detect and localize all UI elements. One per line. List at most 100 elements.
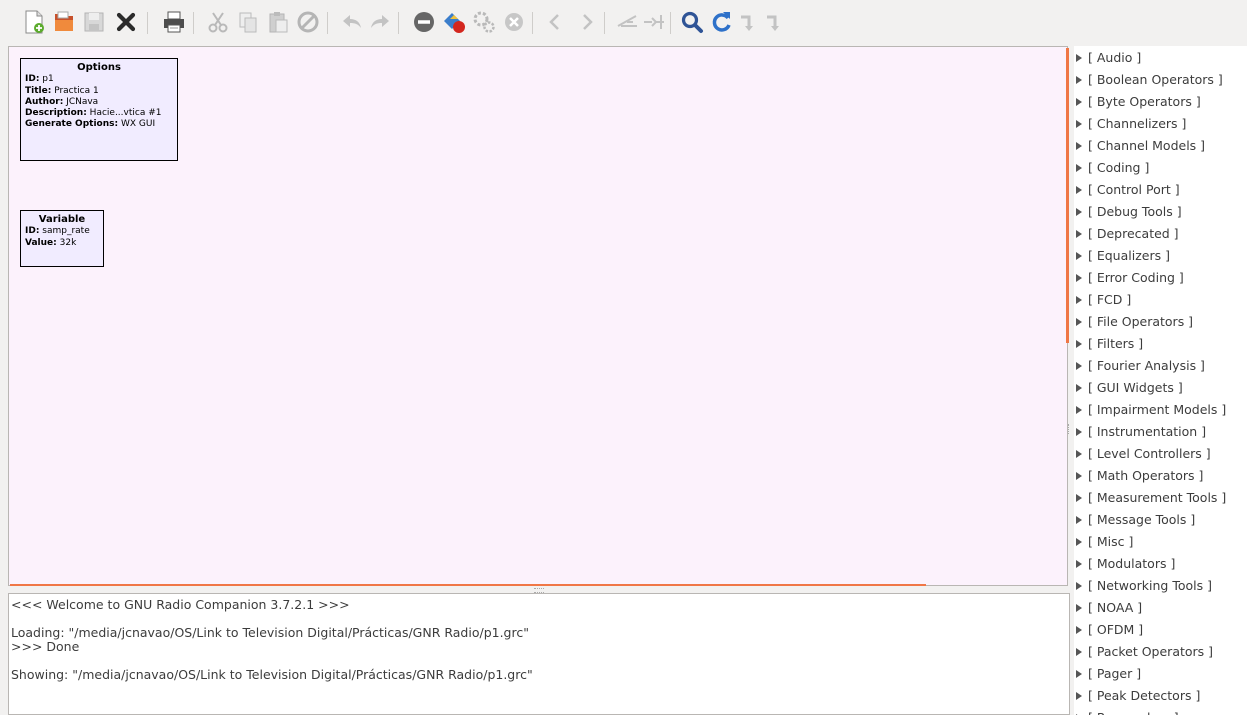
expander-arrow-icon[interactable]	[1076, 669, 1082, 678]
tree-category-item[interactable]: [ Measurement Tools ]	[1074, 487, 1226, 509]
expander-arrow-icon[interactable]	[1076, 141, 1082, 150]
expander-arrow-icon[interactable]	[1076, 559, 1082, 568]
tree-category-item[interactable]: [ Message Tools ]	[1074, 509, 1195, 531]
reload-button[interactable]	[708, 8, 736, 36]
tree-category-item[interactable]: [ Boolean Operators ]	[1074, 69, 1223, 91]
expander-arrow-icon[interactable]	[1076, 449, 1082, 458]
expander-arrow-icon[interactable]	[1076, 339, 1082, 348]
tree-category-item[interactable]: [ Misc ]	[1074, 531, 1133, 553]
expander-arrow-icon[interactable]	[1076, 383, 1082, 392]
expander-arrow-icon[interactable]	[1076, 273, 1082, 282]
expander-arrow-icon[interactable]	[1076, 515, 1082, 524]
expander-arrow-icon[interactable]	[1076, 361, 1082, 370]
tree-category-item[interactable]: [ NOAA ]	[1074, 597, 1142, 619]
tree-category-item[interactable]: [ OFDM ]	[1074, 619, 1143, 641]
disable-block-button[interactable]	[410, 8, 438, 36]
bypass-button[interactable]	[734, 8, 762, 36]
tree-category-item[interactable]: [ Impairment Models ]	[1074, 399, 1226, 421]
tree-category-item[interactable]: [ Equalizers ]	[1074, 245, 1170, 267]
tree-category-item[interactable]: [ Channelizers ]	[1074, 113, 1186, 135]
execute-button[interactable]	[470, 8, 498, 36]
tree-category-item[interactable]: [ Control Port ]	[1074, 179, 1180, 201]
cut-button[interactable]	[204, 8, 232, 36]
expander-arrow-icon[interactable]	[1076, 119, 1082, 128]
tree-category-item[interactable]: [ Math Operators ]	[1074, 465, 1203, 487]
tree-category-item[interactable]: [ Networking Tools ]	[1074, 575, 1212, 597]
variable-block[interactable]: Variable ID: samp_rate Value: 32k	[20, 210, 104, 267]
tree-category-item[interactable]: [ Channel Models ]	[1074, 135, 1205, 157]
console-panel[interactable]: <<< Welcome to GNU Radio Companion 3.7.2…	[8, 593, 1070, 715]
tree-category-label: [ Modulators ]	[1088, 556, 1176, 571]
tree-category-item[interactable]: [ Audio ]	[1074, 47, 1141, 69]
expander-arrow-icon[interactable]	[1076, 537, 1082, 546]
rotate-cw-button[interactable]	[572, 8, 600, 36]
tree-category-item[interactable]: [ Modulators ]	[1074, 553, 1175, 575]
expander-arrow-icon[interactable]	[1076, 603, 1082, 612]
tree-category-label: [ NOAA ]	[1088, 600, 1143, 615]
expander-arrow-icon[interactable]	[1076, 581, 1082, 590]
tree-category-item[interactable]: [ Fourier Analysis ]	[1074, 355, 1205, 377]
close-button[interactable]	[112, 8, 140, 36]
open-button[interactable]	[50, 8, 78, 36]
expander-arrow-icon[interactable]	[1076, 625, 1082, 634]
expander-arrow-icon[interactable]	[1076, 317, 1082, 326]
tree-category-item[interactable]: [ File Operators ]	[1074, 311, 1193, 333]
tree-category-label: [ Byte Operators ]	[1088, 94, 1201, 109]
tree-category-item[interactable]: [ GUI Widgets ]	[1074, 377, 1183, 399]
tree-category-item[interactable]: [ Peak Detectors ]	[1074, 685, 1200, 707]
expander-arrow-icon[interactable]	[1076, 295, 1082, 304]
tree-category-item[interactable]: [ Pager ]	[1074, 663, 1141, 685]
tree-category-item[interactable]: [ Packet Operators ]	[1074, 641, 1213, 663]
bypass-icon	[741, 15, 753, 31]
expander-arrow-icon[interactable]	[1076, 163, 1082, 172]
tree-category-item[interactable]: [ Level Controllers ]	[1074, 443, 1211, 465]
disable-button[interactable]	[640, 8, 668, 36]
tree-category-item[interactable]: [ Error Coding ]	[1074, 267, 1184, 289]
expander-arrow-icon[interactable]	[1076, 207, 1082, 216]
canvas-vertical-scrollbar[interactable]	[1066, 48, 1069, 343]
tree-category-item[interactable]: [ Resamplers ]	[1074, 707, 1179, 715]
options-block[interactable]: Options ID: p1 Title: Practica 1 Author:…	[20, 58, 178, 161]
save-button[interactable]	[80, 8, 108, 36]
tree-category-label: [ Instrumentation ]	[1088, 424, 1207, 439]
toolbar-separator	[670, 12, 671, 34]
expander-arrow-icon[interactable]	[1076, 251, 1082, 260]
copy-button[interactable]	[234, 8, 262, 36]
tree-category-item[interactable]: [ Byte Operators ]	[1074, 91, 1201, 113]
pane-splitter-horizontal[interactable]	[8, 586, 1068, 593]
tree-category-item[interactable]: [ Coding ]	[1074, 157, 1149, 179]
tree-category-item[interactable]: [ FCD ]	[1074, 289, 1131, 311]
expander-arrow-icon[interactable]	[1076, 97, 1082, 106]
expander-arrow-icon[interactable]	[1076, 647, 1082, 656]
expander-arrow-icon[interactable]	[1076, 75, 1082, 84]
tree-category-label: [ Filters ]	[1088, 336, 1144, 351]
bypass2-button[interactable]	[760, 8, 788, 36]
expander-arrow-icon[interactable]	[1076, 185, 1082, 194]
generate-button[interactable]	[440, 8, 468, 36]
expander-arrow-icon[interactable]	[1076, 53, 1082, 62]
find-button[interactable]	[678, 8, 706, 36]
redo-button[interactable]	[366, 8, 394, 36]
expander-arrow-icon[interactable]	[1076, 427, 1082, 436]
enable-button[interactable]	[614, 8, 642, 36]
new-button[interactable]	[20, 8, 48, 36]
expander-arrow-icon[interactable]	[1076, 229, 1082, 238]
paste-button[interactable]	[264, 8, 292, 36]
tree-category-item[interactable]: [ Debug Tools ]	[1074, 201, 1182, 223]
block-library-tree[interactable]: [ Audio ] [ Boolean Operators ] [ Byte Ope…	[1074, 46, 1247, 715]
tree-category-item[interactable]: [ Instrumentation ]	[1074, 421, 1206, 443]
tree-category-item[interactable]: [ Deprecated ]	[1074, 223, 1179, 245]
tree-category-label: [ Deprecated ]	[1088, 226, 1179, 241]
expander-arrow-icon[interactable]	[1076, 691, 1082, 700]
expander-arrow-icon[interactable]	[1076, 471, 1082, 480]
delete-button[interactable]	[294, 8, 322, 36]
rotate-ccw-button[interactable]	[542, 8, 570, 36]
expander-arrow-icon[interactable]	[1076, 493, 1082, 502]
undo-button[interactable]	[338, 8, 366, 36]
kill-button[interactable]	[500, 8, 528, 36]
tree-category-label: [ Measurement Tools ]	[1088, 490, 1227, 505]
print-button[interactable]	[160, 8, 188, 36]
flowgraph-canvas[interactable]: Options ID: p1 Title: Practica 1 Author:…	[8, 46, 1068, 586]
expander-arrow-icon[interactable]	[1076, 405, 1082, 414]
tree-category-item[interactable]: [ Filters ]	[1074, 333, 1143, 355]
